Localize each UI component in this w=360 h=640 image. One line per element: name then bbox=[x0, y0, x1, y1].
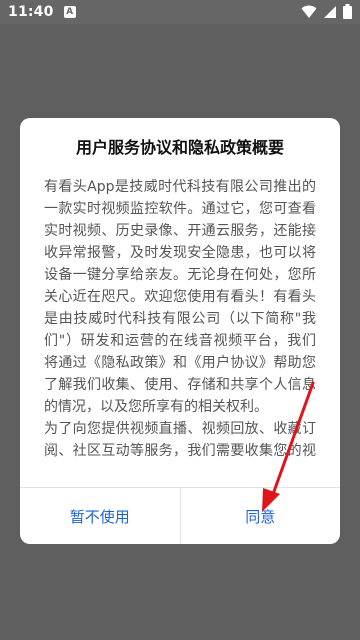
privacy-dialog: 用户服务协议和隐私政策概要 有看头App是技威时代科技有限公司推出的一款实时视频… bbox=[20, 118, 340, 544]
dialog-paragraph-intro: 有看头App是技威时代科技有限公司推出的一款实时视频监控软件。通过它，您可查看实… bbox=[44, 179, 316, 415]
agree-button[interactable]: 同意 bbox=[179, 488, 341, 544]
dialog-title: 用户服务协议和隐私政策概要 bbox=[75, 138, 284, 157]
battery-icon bbox=[343, 4, 352, 19]
wifi-icon bbox=[301, 5, 317, 19]
status-time: 11:40 bbox=[8, 4, 54, 20]
notification-icon: A bbox=[63, 6, 76, 18]
dialog-footer: 暂不使用 同意 bbox=[20, 487, 340, 544]
status-icons bbox=[301, 4, 352, 19]
dialog-body[interactable]: 有看头App是技威时代科技有限公司推出的一款实时视频监控软件。通过它，您可查看实… bbox=[44, 176, 316, 462]
dialog-paragraph-collection: 为了向您提供视频直播、视频回放、收藏订阅、社区互动等服务，我们需要收集您的视频录… bbox=[44, 421, 316, 459]
status-bar: 11:40 A bbox=[0, 0, 360, 24]
signal-icon bbox=[323, 5, 337, 19]
cancel-button[interactable]: 暂不使用 bbox=[20, 488, 180, 544]
